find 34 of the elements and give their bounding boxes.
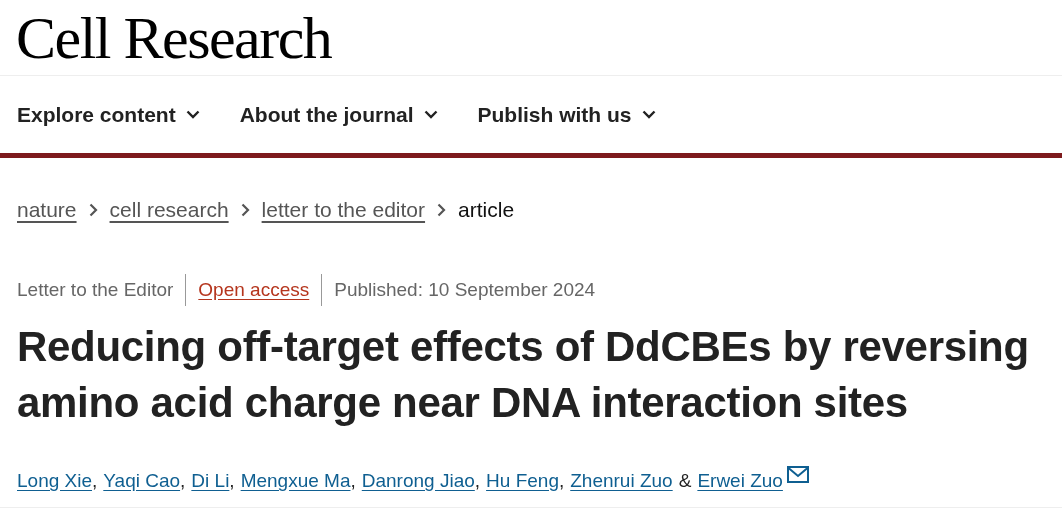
chevron-right-icon (240, 203, 250, 217)
journal-logo[interactable]: Cell Research (16, 7, 332, 68)
author-link[interactable]: Hu Feng (486, 467, 559, 496)
nav-menu-button[interactable]: Explore content (17, 98, 200, 131)
nav-menu-button[interactable]: Publish with us (477, 98, 656, 131)
article-type: Letter to the Editor (17, 277, 174, 302)
chevron-right-icon (437, 203, 447, 217)
chevron-down-icon (185, 110, 200, 119)
author-separator: , (558, 469, 565, 493)
author-link[interactable]: Erwei Zuo (697, 467, 783, 496)
breadcrumb-link[interactable]: nature (17, 194, 77, 226)
chevron-down-icon (641, 110, 656, 119)
nav-menu-button[interactable]: About the journal (239, 98, 438, 131)
breadcrumb-current: article (458, 197, 515, 224)
author-link[interactable]: Yaqi Cao (103, 467, 181, 496)
author-separator: , (180, 469, 186, 493)
author-link[interactable]: Danrong Jiao (361, 467, 475, 496)
author-link[interactable]: Mengxue Ma (240, 467, 351, 496)
article-title: Reducing off-target effects of DdCBEs by reversing amino acid charge near DNA interaction sites (17, 322, 1030, 428)
breadcrumb-link[interactable]: letter to the editor (261, 194, 426, 226)
open-access-link[interactable]: Open access (198, 275, 310, 305)
author-separator: , (474, 469, 481, 493)
author-separator: & (678, 469, 692, 493)
email-icon[interactable] (786, 465, 809, 483)
author-link[interactable]: Zhenrui Zuo (570, 467, 673, 496)
author-separator: , (350, 469, 356, 493)
author-link[interactable]: Di Li (191, 467, 230, 496)
breadcrumb-link[interactable]: cell research (109, 194, 229, 226)
chevron-down-icon (423, 110, 438, 119)
author-separator: , (92, 469, 98, 493)
publication-date: Published: 10 September 2024 (334, 277, 596, 302)
author-separator: , (229, 469, 235, 493)
author-link[interactable]: Long Xie (17, 467, 92, 496)
chevron-right-icon (88, 203, 98, 217)
